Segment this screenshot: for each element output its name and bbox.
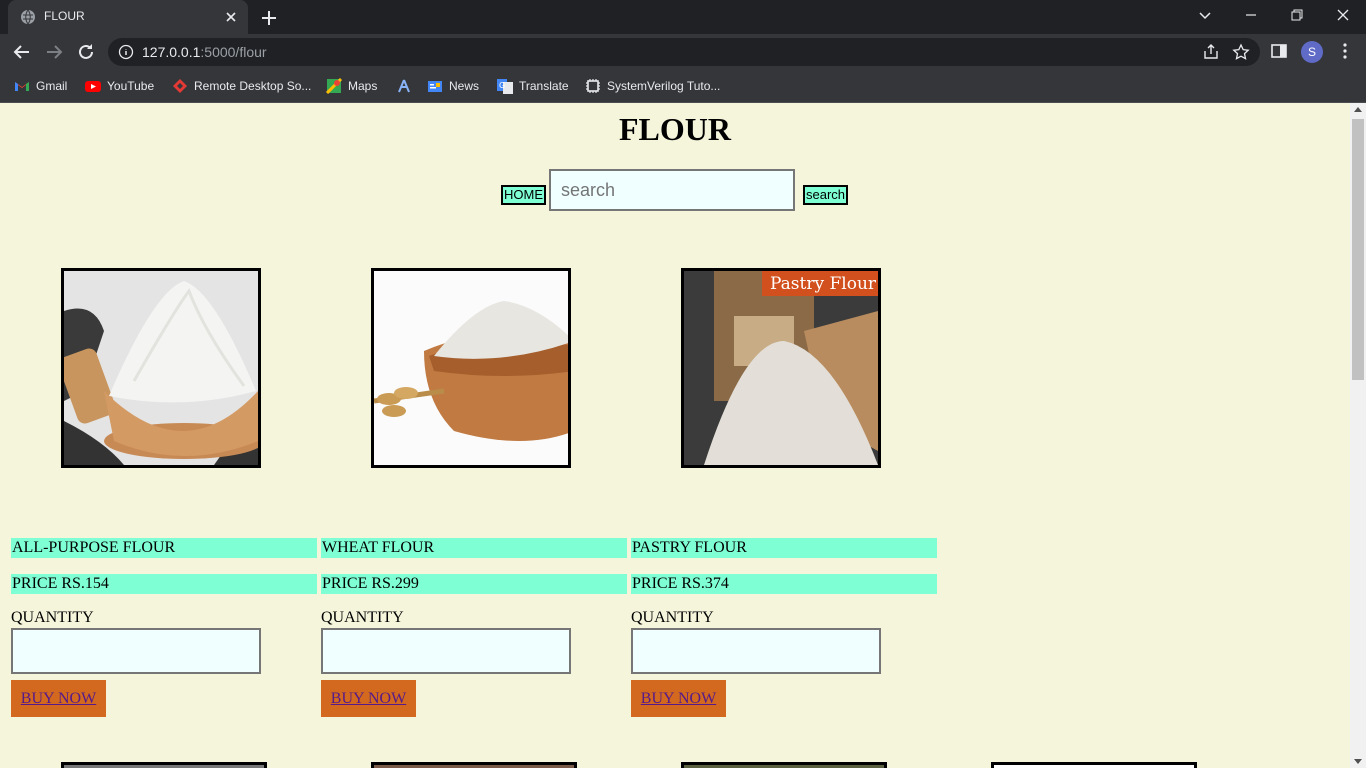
- quantity-input[interactable]: [321, 628, 571, 674]
- svg-text:G: G: [499, 81, 505, 90]
- close-tab-icon[interactable]: [222, 8, 240, 26]
- product-name: WHEAT FLOUR: [321, 538, 627, 558]
- star-icon[interactable]: [1232, 43, 1250, 61]
- bookmark-label: Gmail: [36, 79, 68, 93]
- product-image-next: [61, 762, 267, 768]
- product-image-all-purpose-flour: [61, 268, 261, 468]
- restore-icon: [1291, 9, 1303, 21]
- side-panel-icon[interactable]: [1270, 42, 1288, 60]
- restore-button[interactable]: [1274, 0, 1320, 30]
- product-image-next: [681, 762, 887, 768]
- pastry-flour-image: Pastry Flour: [684, 271, 878, 465]
- url-host: 127.0.0.1: [142, 44, 201, 60]
- product-image-next: [991, 762, 1197, 768]
- bookmark-news[interactable]: News: [427, 76, 479, 96]
- reload-icon[interactable]: [74, 40, 98, 64]
- browser-tab[interactable]: FLOUR: [8, 0, 248, 34]
- bookmark-icon: [398, 79, 410, 93]
- url-path: :5000/flour: [200, 44, 267, 60]
- bookmark-remote-desktop[interactable]: Remote Desktop So...: [172, 76, 311, 96]
- bookmark-label: SystemVerilog Tuto...: [607, 79, 721, 93]
- product-name: ALL-PURPOSE FLOUR: [11, 538, 317, 558]
- remote-desktop-icon: [173, 79, 187, 93]
- address-bar[interactable]: 127.0.0.1:5000/flour: [108, 38, 1260, 66]
- scroll-down-arrow-icon[interactable]: [1354, 759, 1362, 764]
- translate-icon: G: [497, 79, 513, 94]
- bookmark-maps[interactable]: Maps: [326, 76, 377, 96]
- home-button[interactable]: HOME: [501, 185, 546, 205]
- tab-search-button[interactable]: [1182, 0, 1228, 30]
- bookmarks-bar: Gmail YouTube Remote Desktop So... Maps …: [0, 70, 1366, 103]
- globe-icon: [21, 9, 35, 25]
- gmail-icon: [15, 82, 29, 91]
- news-icon: [428, 81, 442, 92]
- browser-toolbar: 127.0.0.1:5000/flour S: [0, 34, 1366, 70]
- back-arrow-icon[interactable]: [10, 40, 34, 64]
- close-icon: [1337, 9, 1349, 21]
- bookmark-gmail[interactable]: Gmail: [14, 76, 67, 96]
- bookmark-systemverilog[interactable]: SystemVerilog Tuto...: [585, 76, 720, 96]
- quantity-label: QUANTITY: [631, 609, 714, 626]
- flour-bowl-image: [64, 271, 258, 465]
- product-price: PRICE RS.299: [321, 574, 627, 594]
- product-image-pastry-flour: Pastry Flour: [681, 268, 881, 468]
- vertical-scrollbar[interactable]: [1350, 103, 1366, 768]
- bookmark-unnamed[interactable]: [396, 76, 418, 96]
- tab-strip: FLOUR: [0, 0, 1366, 34]
- buy-now-button[interactable]: BUY NOW: [631, 680, 726, 717]
- bookmark-label: Remote Desktop So...: [194, 79, 312, 93]
- scrollbar-thumb[interactable]: [1352, 119, 1364, 380]
- buy-now-button[interactable]: BUY NOW: [321, 680, 416, 717]
- close-window-button[interactable]: [1320, 0, 1366, 30]
- info-icon[interactable]: [118, 44, 134, 60]
- share-icon[interactable]: [1202, 43, 1220, 61]
- scroll-up-arrow-icon[interactable]: [1354, 107, 1362, 112]
- product-image-next: [371, 762, 577, 768]
- maps-icon: [326, 78, 342, 94]
- forward-arrow-icon[interactable]: [42, 40, 66, 64]
- minimize-button[interactable]: [1228, 0, 1274, 30]
- chip-icon: [586, 79, 600, 93]
- product-price: PRICE RS.374: [631, 574, 937, 594]
- bookmark-label: Maps: [348, 79, 378, 93]
- quantity-input[interactable]: [11, 628, 261, 674]
- pastry-flour-caption: Pastry Flour: [770, 274, 877, 294]
- product-name: PASTRY FLOUR: [631, 538, 937, 558]
- search-button[interactable]: search: [803, 185, 849, 205]
- profile-avatar[interactable]: S: [1301, 41, 1323, 63]
- product-price: PRICE RS.154: [11, 574, 317, 594]
- page-viewport: FLOUR HOME search search Pastry Flour AL…: [0, 103, 1350, 768]
- search-input[interactable]: [549, 169, 795, 211]
- bookmark-translate[interactable]: G Translate: [497, 76, 569, 96]
- url-text: 127.0.0.1:5000/flour: [142, 44, 267, 60]
- youtube-icon: [85, 81, 101, 92]
- bookmark-label: News: [449, 79, 480, 93]
- quantity-input[interactable]: [631, 628, 881, 674]
- new-tab-icon[interactable]: [258, 7, 280, 29]
- page-title: FLOUR: [619, 111, 731, 147]
- minimize-icon: [1246, 14, 1256, 16]
- buy-now-button[interactable]: BUY NOW: [11, 680, 106, 717]
- product-image-wheat-flour: [371, 268, 571, 468]
- tab-title: FLOUR: [44, 9, 85, 23]
- quantity-label: QUANTITY: [11, 609, 94, 626]
- chevron-down-icon: [1199, 12, 1211, 20]
- more-menu-icon[interactable]: [1336, 42, 1354, 60]
- wheat-flour-image: [374, 271, 568, 465]
- bookmark-label: Translate: [519, 79, 569, 93]
- bookmark-label: YouTube: [107, 79, 155, 93]
- bookmark-youtube[interactable]: YouTube: [85, 76, 154, 96]
- quantity-label: QUANTITY: [321, 609, 404, 626]
